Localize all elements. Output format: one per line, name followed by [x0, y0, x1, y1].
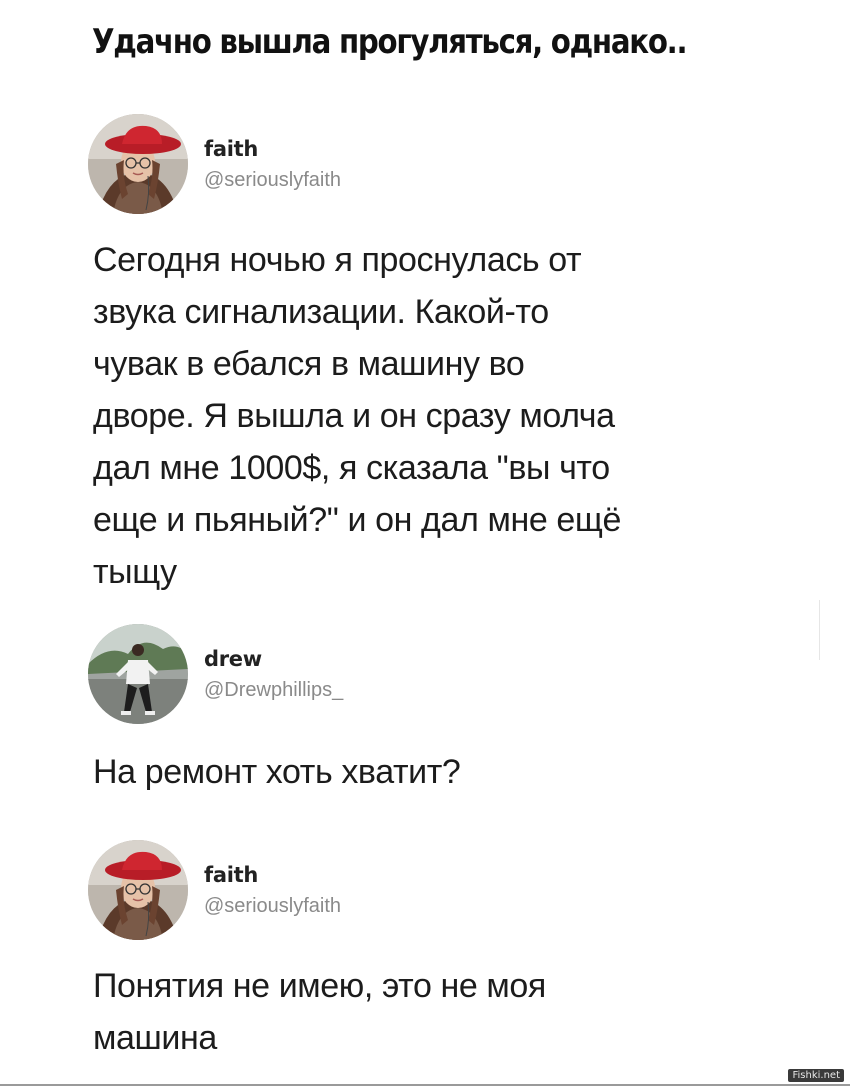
avatar-woman-red-hat-icon[interactable] [88, 840, 188, 940]
display-name[interactable]: faith [204, 863, 341, 887]
watermark: Fishki.net [788, 1069, 844, 1082]
tweet-header-3: faith @seriouslyfaith [88, 840, 341, 940]
avatar-woman-red-hat-icon[interactable] [88, 114, 188, 214]
tweet-header-2: drew @Drewphillips_ [88, 624, 343, 724]
user-handle[interactable]: @Drewphillips_ [204, 679, 343, 702]
user-handle[interactable]: @seriouslyfaith [204, 895, 341, 918]
display-name[interactable]: drew [204, 647, 343, 671]
tweet-header-1: faith @seriouslyfaith [88, 114, 341, 214]
tweet-text-3: Понятия не имею, это не моя машина [93, 967, 546, 1057]
display-name[interactable]: faith [204, 137, 341, 161]
page-title: Удачно вышла прогуляться, однако.. [92, 22, 688, 62]
avatar-man-standing-icon[interactable] [88, 624, 188, 724]
divider [819, 600, 820, 660]
tweet-text-2: На ремонт хоть хватит? [93, 753, 461, 791]
user-handle[interactable]: @seriouslyfaith [204, 169, 341, 192]
tweet-text-1: Сегодня ночью я проснулась от звука сигн… [93, 241, 621, 591]
